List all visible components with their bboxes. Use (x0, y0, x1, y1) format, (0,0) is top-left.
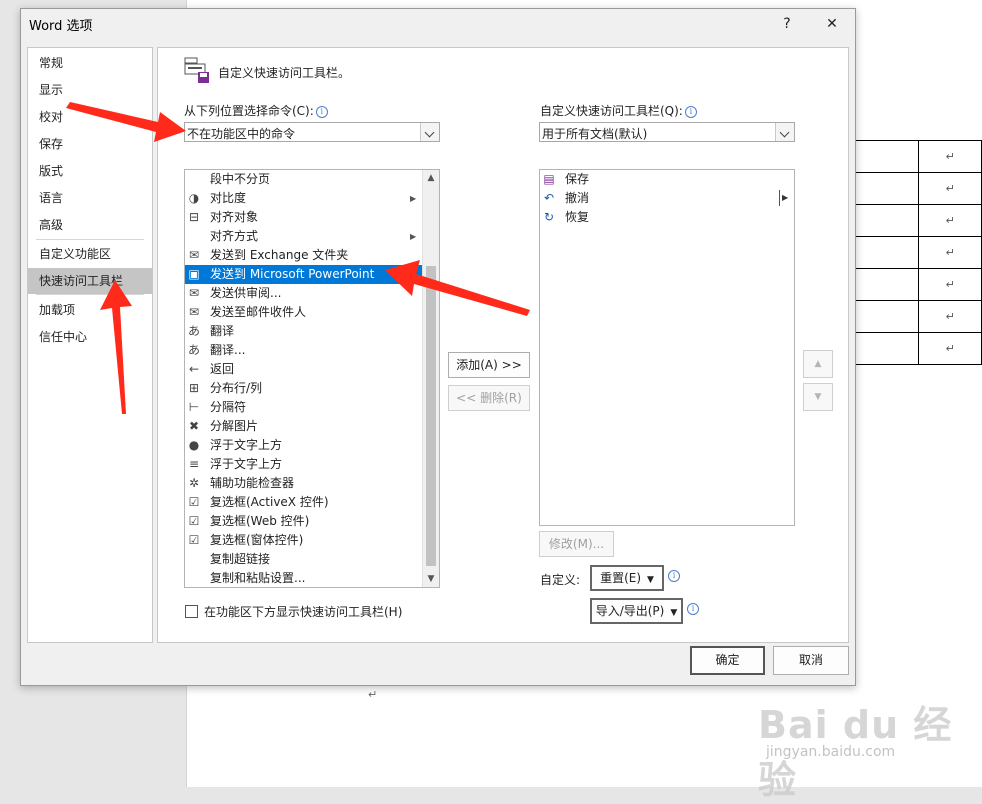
annotation-arrows (66, 102, 530, 414)
arrow-to-commands-combo (66, 102, 186, 142)
arrow-to-powerpoint-item (385, 260, 530, 316)
arrow-to-qat-nav (100, 280, 132, 414)
